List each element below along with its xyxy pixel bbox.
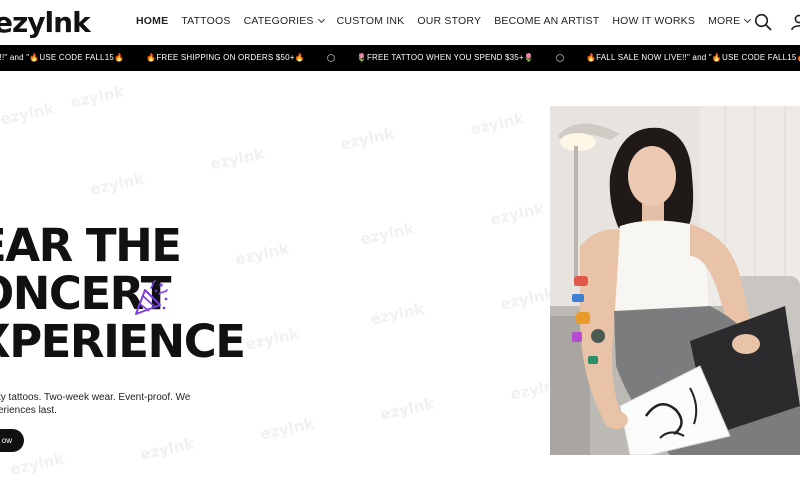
hero-subtitle: ty tattoos. Two-week wear. Event-proof. … — [0, 392, 191, 416]
watermark-text: ezylnk — [208, 144, 266, 174]
separator-icon — [555, 53, 564, 62]
hero-title-line: ONCERT — [0, 267, 172, 320]
nav-item-categories[interactable]: CATEGORIES — [244, 15, 325, 27]
shop-now-button[interactable]: ow — [0, 429, 24, 452]
nav-item-how-it-works[interactable]: HOW IT WORKS — [612, 15, 695, 27]
chevron-down-icon — [744, 15, 752, 24]
nav-item-home[interactable]: HOME — [136, 15, 168, 27]
brand-logo[interactable]: ezylnk — [0, 6, 91, 39]
watermark-text: ezylnk — [88, 169, 146, 199]
announcement-track: E!!" and "🔥USE CODE FALL15🔥 🔥FREE SHIPPI… — [0, 53, 800, 62]
watermark-text: ezylnk — [468, 109, 526, 139]
hero-photo-illustration — [550, 106, 800, 455]
nav-item-custom-ink[interactable]: CUSTOM INK — [337, 15, 405, 27]
announcement-message: 🔥FALL SALE NOW LIVE!!" and "🔥USE CODE FA… — [585, 53, 800, 62]
watermark-text: ezylnk — [243, 324, 301, 354]
watermark-text: ezylnk — [68, 82, 126, 112]
watermark-text: ezylnk — [498, 284, 556, 314]
nav-item-tattoos[interactable]: TATTOOS — [181, 15, 230, 27]
announcement-message: 🌷FREE TATTOO WHEN YOU SPEND $35+🌷 — [356, 53, 534, 62]
hero-title-line: XPERIENCE — [0, 315, 246, 368]
announcement-message: E!!" and "🔥USE CODE FALL15🔥 — [0, 53, 125, 62]
watermark-text: ezylnk — [488, 199, 546, 229]
party-popper-icon — [135, 280, 168, 315]
announcement-bar: E!!" and "🔥USE CODE FALL15🔥 🔥FREE SHIPPI… — [0, 45, 800, 71]
hero-title: EAR THE ONCERT XPERIENCE — [0, 219, 246, 368]
watermark-text: ezylnk — [338, 124, 396, 154]
site-header: ezylnk HOME TATTOOS CATEGORIES CUSTOM IN… — [0, 0, 800, 45]
user-icon[interactable] — [790, 13, 800, 31]
watermark-text: ezylnk — [368, 299, 426, 329]
hero-title-line: EAR THE — [0, 219, 182, 272]
announcement-message: 🔥FREE SHIPPING ON ORDERS $50+🔥 — [146, 53, 305, 62]
nav-item-more[interactable]: MORE — [708, 15, 752, 27]
chevron-down-icon — [317, 15, 325, 24]
search-icon[interactable] — [754, 13, 772, 31]
separator-icon — [326, 53, 335, 62]
watermark-text: ezylnk — [0, 99, 56, 129]
watermark-text: ezylnk — [358, 219, 416, 249]
watermark-text: ezylnk — [8, 449, 66, 479]
watermark-text: ezylnk — [258, 414, 316, 444]
main-nav: HOME TATTOOS CATEGORIES CUSTOM INK OUR S… — [136, 15, 763, 27]
nav-item-our-story[interactable]: OUR STORY — [417, 15, 481, 27]
watermark-text: ezylnk — [378, 394, 436, 424]
watermark-text: ezylnk — [138, 434, 196, 464]
nav-item-become-an-artist[interactable]: BECOME AN ARTIST — [494, 15, 599, 27]
hero-image — [550, 106, 800, 455]
